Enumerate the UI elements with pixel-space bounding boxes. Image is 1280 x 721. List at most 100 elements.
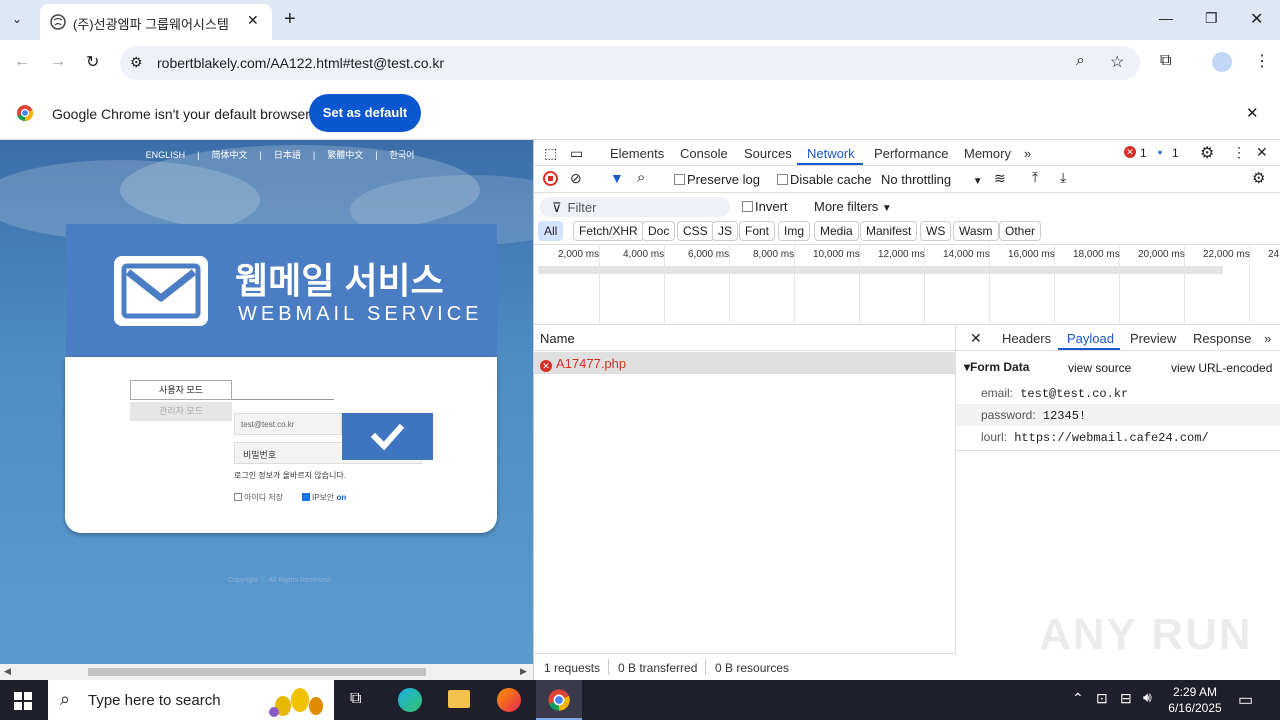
scroll-right-icon[interactable]: ▶: [520, 666, 527, 677]
lang-traditional-chinese[interactable]: 繁體中文: [327, 150, 363, 160]
taskbar-search[interactable]: ⌕ Type here to search: [48, 680, 334, 720]
message-count[interactable]: 1: [1172, 146, 1179, 160]
filter-media[interactable]: Media: [814, 221, 859, 241]
horizontal-scrollbar[interactable]: ◀ ▶: [0, 664, 533, 680]
save-id-checkbox[interactable]: 아이디 저장: [234, 492, 283, 503]
firefox-icon[interactable]: [497, 688, 521, 712]
minimize-icon[interactable]: —: [1159, 10, 1173, 26]
filter-img[interactable]: Img: [778, 221, 811, 241]
name-column-header[interactable]: Name: [534, 325, 956, 351]
inspect-element-icon[interactable]: ⬚: [544, 145, 557, 162]
more-filters-dropdown[interactable]: More filters ▼: [814, 199, 892, 214]
start-button[interactable]: [14, 692, 32, 713]
bookmark-star-icon[interactable]: ☆: [1110, 52, 1124, 72]
filter-funnel-icon[interactable]: ▼: [610, 170, 624, 186]
edge-icon[interactable]: [398, 688, 422, 712]
checked-checkbox-icon[interactable]: [302, 493, 310, 501]
lang-simplified-chinese[interactable]: 简体中文: [211, 150, 247, 160]
wifi-icon[interactable]: ⊟: [1120, 690, 1132, 707]
filter-all[interactable]: All: [538, 221, 564, 241]
invert-checkbox[interactable]: Invert: [742, 199, 788, 214]
message-icon[interactable]: ▪: [1158, 145, 1162, 159]
network-timeline[interactable]: 2,000 ms 4,000 ms 6,000 ms 8,000 ms 10,0…: [534, 245, 1280, 325]
filter-wasm[interactable]: Wasm: [953, 221, 999, 241]
more-tabs-icon[interactable]: »: [1024, 146, 1031, 161]
ip-security-checkbox[interactable]: IP보안 on: [302, 492, 346, 503]
profile-icon[interactable]: [1212, 52, 1232, 72]
filter-doc[interactable]: Doc: [642, 221, 676, 241]
disable-cache-checkbox[interactable]: Disable cache: [777, 172, 872, 187]
tab-response[interactable]: Response: [1193, 331, 1252, 346]
site-info-icon[interactable]: ⚙: [130, 54, 143, 71]
file-explorer-icon[interactable]: [448, 690, 470, 708]
settings-gear-icon[interactable]: ⚙: [1200, 143, 1214, 163]
lang-japanese[interactable]: 日本語: [274, 150, 301, 160]
close-window-icon[interactable]: ✕: [1250, 9, 1263, 29]
network-icon[interactable]: ⊡: [1096, 690, 1108, 707]
tab-elements[interactable]: Elements: [610, 146, 664, 161]
clear-icon[interactable]: ⊘: [570, 170, 582, 187]
show-hidden-icons[interactable]: ⌃: [1072, 690, 1084, 707]
network-settings-icon[interactable]: ⚙: [1252, 169, 1265, 187]
close-devtools-icon[interactable]: ✕: [1256, 144, 1268, 161]
admin-mode-tab[interactable]: 관리자 모드: [130, 402, 232, 421]
import-har-icon[interactable]: ⤒: [1032, 169, 1038, 186]
filter-css[interactable]: CSS: [677, 221, 714, 241]
view-url-encoded-link[interactable]: view URL-encoded: [1171, 361, 1272, 375]
filter-ws[interactable]: WS: [920, 221, 952, 241]
scroll-left-icon[interactable]: ◀: [4, 666, 11, 677]
error-icon[interactable]: ✕: [1124, 146, 1136, 158]
back-icon[interactable]: ←: [14, 53, 30, 71]
error-count[interactable]: 1: [1140, 146, 1147, 160]
filter-fetch-xhr[interactable]: Fetch/XHR: [573, 221, 644, 241]
new-tab-button[interactable]: +: [284, 8, 296, 31]
devtools-menu-icon[interactable]: ⋮: [1232, 144, 1246, 161]
network-conditions-icon[interactable]: ≋: [994, 170, 1006, 187]
tab-sources[interactable]: Sources: [744, 146, 792, 161]
task-view-icon[interactable]: ⧉: [350, 690, 361, 708]
scrollbar-thumb[interactable]: [88, 668, 426, 676]
menu-icon[interactable]: ⋮: [1254, 51, 1270, 71]
forward-icon[interactable]: →: [50, 53, 66, 71]
restore-icon[interactable]: ❐: [1205, 10, 1218, 27]
more-detail-tabs-icon[interactable]: »: [1264, 331, 1271, 346]
login-button[interactable]: [342, 413, 433, 460]
tab-memory[interactable]: Memory: [964, 146, 1011, 161]
filter-other[interactable]: Other: [999, 221, 1042, 241]
reload-icon[interactable]: ↻: [86, 52, 99, 72]
tab-network[interactable]: Network: [807, 146, 855, 161]
filter-js[interactable]: JS: [712, 221, 739, 241]
close-infobar-icon[interactable]: ✕: [1246, 104, 1259, 122]
address-bar[interactable]: ⚙ robertblakely.com/AA122.html#test@test…: [120, 46, 1140, 80]
chrome-taskbar-button[interactable]: [536, 680, 582, 720]
preserve-log-checkbox[interactable]: Preserve log: [674, 172, 760, 187]
user-mode-tab[interactable]: 사용자 모드: [130, 380, 232, 400]
tab-console[interactable]: Console: [680, 146, 728, 161]
filter-font[interactable]: Font: [739, 221, 776, 241]
tab-preview[interactable]: Preview: [1130, 331, 1176, 346]
filter-manifest[interactable]: Manifest: [860, 221, 918, 241]
volume-icon[interactable]: 🔊︎: [1143, 689, 1152, 706]
notifications-icon[interactable]: ▭: [1238, 690, 1253, 710]
search-icon[interactable]: ⌕: [637, 169, 645, 186]
throttling-select[interactable]: No throttling ▼: [881, 172, 983, 187]
filter-input[interactable]: ⊽ Filter: [540, 197, 730, 217]
system-clock[interactable]: 2:29 AM 6/16/2025: [1165, 684, 1225, 716]
form-data-section-header[interactable]: ▾Form Data: [964, 360, 1029, 374]
email-field[interactable]: test@test.co.kr: [234, 413, 342, 435]
export-har-icon[interactable]: ⤓: [1060, 169, 1066, 186]
tab-search-icon[interactable]: ⌄: [12, 12, 22, 26]
lang-korean[interactable]: 한국어: [390, 150, 415, 160]
device-toolbar-icon[interactable]: ▭: [570, 145, 583, 162]
tab-performance[interactable]: Performance: [874, 146, 948, 161]
request-row[interactable]: ✕ A17477.php: [534, 352, 956, 374]
zoom-icon[interactable]: ⌕: [1076, 52, 1085, 70]
set-default-button[interactable]: Set as default: [309, 94, 421, 132]
browser-tab[interactable]: (주)선광엠파 그룹웨어시스템 ✕: [40, 4, 272, 40]
close-tab-icon[interactable]: ✕: [247, 12, 259, 29]
close-detail-icon[interactable]: ✕: [970, 330, 982, 347]
record-stop-icon[interactable]: [543, 171, 558, 186]
tab-headers[interactable]: Headers: [1002, 331, 1051, 346]
tab-payload[interactable]: Payload: [1067, 331, 1114, 346]
view-source-link[interactable]: view source: [1068, 361, 1131, 375]
